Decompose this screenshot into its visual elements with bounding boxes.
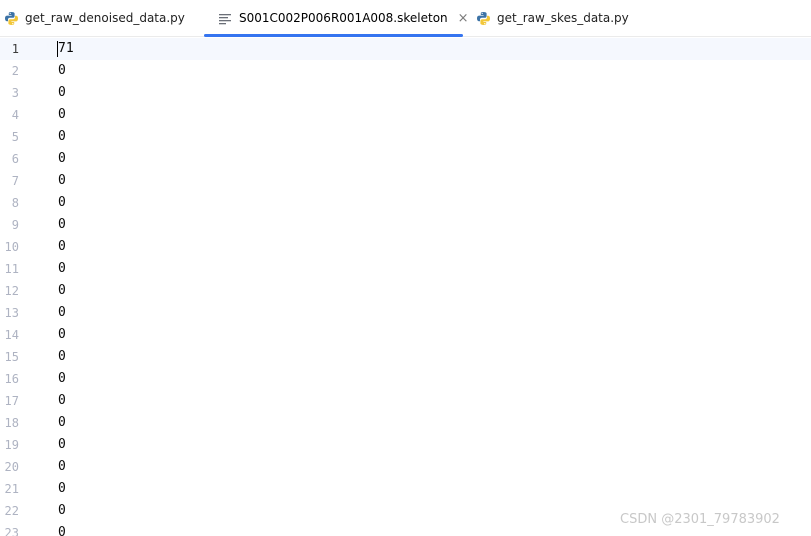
- editor-line[interactable]: 30: [0, 82, 811, 104]
- editor-line[interactable]: 19 0: [0, 434, 811, 456]
- line-text[interactable]: 71: [58, 38, 74, 60]
- editor-line[interactable]: 50: [0, 126, 811, 148]
- editor-line[interactable]: 18 0: [0, 412, 811, 434]
- line-number: 5: [11, 130, 19, 144]
- line-text[interactable]: 0: [58, 368, 66, 390]
- editor-line[interactable]: 70: [0, 170, 811, 192]
- line-text[interactable]: 0: [58, 324, 66, 346]
- line-text[interactable]: 0: [58, 82, 66, 104]
- line-text[interactable]: 0: [58, 192, 66, 214]
- python-file-icon: [476, 11, 491, 26]
- editor-line[interactable]: 20: [0, 60, 811, 82]
- tab-get-raw-denoised-data[interactable]: get_raw_denoised_data.py: [4, 0, 185, 36]
- line-text[interactable]: 0: [58, 170, 66, 192]
- line-text[interactable]: 0: [58, 346, 66, 368]
- line-text[interactable]: 0: [58, 500, 66, 522]
- line-text[interactable]: 0: [58, 148, 66, 170]
- line-number: 18: [4, 416, 19, 430]
- line-number: 21: [4, 482, 19, 496]
- tab-label: get_raw_skes_data.py: [497, 11, 629, 25]
- editor-line[interactable]: 16 0: [0, 368, 811, 390]
- line-number: 22: [4, 504, 19, 518]
- line-text[interactable]: 0: [58, 236, 66, 258]
- line-text[interactable]: 0: [58, 412, 66, 434]
- line-number: 14: [4, 328, 19, 342]
- active-tab-indicator: [204, 34, 463, 37]
- line-text[interactable]: 0: [58, 280, 66, 302]
- line-text[interactable]: 0: [58, 258, 66, 280]
- code-editor[interactable]: 1 71 2 0 3 0 4 0 5 0 6 0 7 0 8 0 9 0 10 0 11 0 12 0 13 0 14 0 15 0 16 0…: [0, 38, 811, 536]
- line-number: 6: [11, 152, 19, 166]
- line-text[interactable]: 0: [58, 478, 66, 500]
- line-number: 13: [4, 306, 19, 320]
- close-icon[interactable]: ×: [458, 12, 469, 25]
- editor-line[interactable]: 20 0: [0, 456, 811, 478]
- text-cursor: [57, 41, 58, 57]
- line-text[interactable]: 0: [58, 456, 66, 478]
- line-number: 4: [11, 108, 19, 122]
- tab-skeleton-file[interactable]: S001C002P006R001A008.skeleton ×: [218, 0, 469, 36]
- tab-label: S001C002P006R001A008.skeleton: [239, 11, 448, 25]
- line-text[interactable]: 0: [58, 522, 66, 536]
- line-number: 7: [11, 174, 19, 188]
- line-number: 10: [4, 240, 19, 254]
- editor-line[interactable]: 13 0: [0, 302, 811, 324]
- line-number: 15: [4, 350, 19, 364]
- line-text[interactable]: 0: [58, 214, 66, 236]
- line-text[interactable]: 0: [58, 60, 66, 82]
- line-text[interactable]: 0: [58, 126, 66, 148]
- line-number: 2: [11, 64, 19, 78]
- line-number: 11: [4, 262, 19, 276]
- editor-line[interactable]: 12 0: [0, 280, 811, 302]
- line-number: 8: [11, 196, 19, 210]
- line-number: 12: [4, 284, 19, 298]
- editor-line[interactable]: 80: [0, 192, 811, 214]
- python-file-icon: [4, 11, 19, 26]
- watermark: CSDN @2301_79783902: [620, 512, 780, 527]
- editor-line[interactable]: 40: [0, 104, 811, 126]
- line-number: 19: [4, 438, 19, 452]
- line-number: 20: [4, 460, 19, 474]
- line-number: 16: [4, 372, 19, 386]
- line-number: 17: [4, 394, 19, 408]
- editor-line[interactable]: 15 0: [0, 346, 811, 368]
- line-text[interactable]: 0: [58, 434, 66, 456]
- line-text[interactable]: 0: [58, 302, 66, 324]
- line-number: 9: [11, 218, 19, 232]
- editor-line[interactable]: 17 0: [0, 390, 811, 412]
- line-text[interactable]: 0: [58, 104, 66, 126]
- editor-line[interactable]: 90: [0, 214, 811, 236]
- editor-line[interactable]: 14 0: [0, 324, 811, 346]
- tab-get-raw-skes-data[interactable]: get_raw_skes_data.py: [476, 0, 629, 36]
- line-number: 1: [11, 42, 19, 56]
- editor-line[interactable]: 60: [0, 148, 811, 170]
- tab-label: get_raw_denoised_data.py: [25, 11, 185, 25]
- editor-line[interactable]: 10 0: [0, 236, 811, 258]
- line-number: 3: [11, 86, 19, 100]
- line-number: 23: [4, 526, 19, 536]
- editor-line[interactable]: 11 0: [0, 258, 811, 280]
- editor-line[interactable]: 21 0: [0, 478, 811, 500]
- text-file-icon: [218, 11, 233, 26]
- editor-tab-bar: get_raw_denoised_data.py S001C002P006R00…: [0, 0, 811, 37]
- line-text[interactable]: 0: [58, 390, 66, 412]
- editor-line[interactable]: 1 71: [0, 38, 811, 60]
